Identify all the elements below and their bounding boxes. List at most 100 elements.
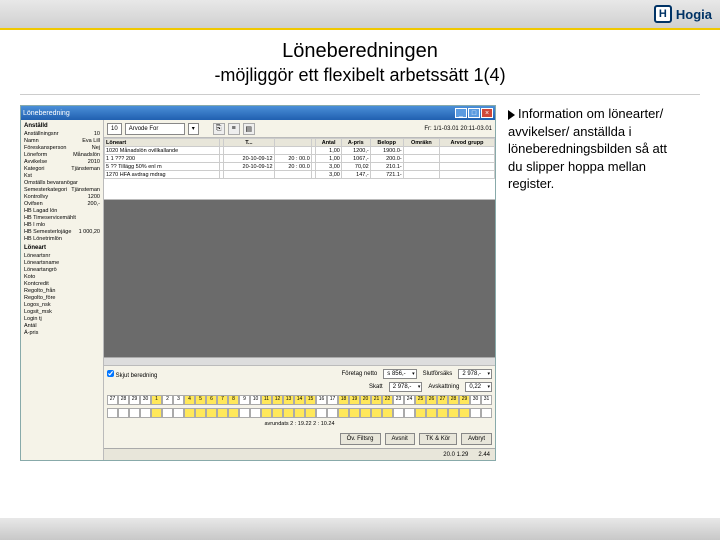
calendar-day[interactable]: [481, 408, 492, 418]
calendar-day[interactable]: 25: [415, 395, 426, 405]
calendar-day[interactable]: 11: [261, 395, 272, 405]
calendar-day[interactable]: [107, 408, 118, 418]
calendar-day[interactable]: 28: [118, 395, 129, 405]
calendar-day[interactable]: 3: [173, 395, 184, 405]
total-value[interactable]: 2 978,-: [458, 369, 492, 379]
calendar-day[interactable]: 29: [459, 395, 470, 405]
calendar-day[interactable]: 22: [382, 395, 393, 405]
toolbar-icon-1[interactable]: ⎘: [213, 123, 225, 135]
calendar-day[interactable]: 18: [338, 395, 349, 405]
calendar-day[interactable]: 26: [426, 395, 437, 405]
rounding-value[interactable]: 0,22: [465, 382, 492, 392]
calendar-day[interactable]: [151, 408, 162, 418]
horizontal-scrollbar[interactable]: [104, 357, 495, 365]
calendar-day[interactable]: 30: [470, 395, 481, 405]
calendar-day[interactable]: 17: [327, 395, 338, 405]
calendar-day[interactable]: [129, 408, 140, 418]
calendar-day[interactable]: [294, 408, 305, 418]
table-row[interactable]: 1 1 ??? 20020-10-09-1220 : 00.01,001067,…: [105, 155, 495, 163]
calendar-day[interactable]: [404, 408, 415, 418]
toolbar-icon-3[interactable]: ▤: [243, 123, 255, 135]
calendar-day[interactable]: [283, 408, 294, 418]
calendar-day[interactable]: 15: [305, 395, 316, 405]
calendar-day[interactable]: [217, 408, 228, 418]
calendar-day[interactable]: 27: [437, 395, 448, 405]
maximize-button[interactable]: □: [468, 108, 480, 118]
cancel-button[interactable]: Avbryt: [461, 433, 492, 445]
filter-button[interactable]: Öv. Filtsrg: [340, 433, 381, 445]
calendar-day[interactable]: 1: [151, 395, 162, 405]
calendar-day[interactable]: [195, 408, 206, 418]
calendar-day[interactable]: [371, 408, 382, 418]
calendar-strip[interactable]: 2728293012345678910111213141516171819202…: [107, 395, 492, 405]
calendar-day[interactable]: [184, 408, 195, 418]
calendar-day[interactable]: [239, 408, 250, 418]
calendar-day[interactable]: 2: [162, 395, 173, 405]
sidebar-row: Login tj: [23, 315, 101, 322]
calendar-day[interactable]: [162, 408, 173, 418]
calendar-day[interactable]: 24: [404, 395, 415, 405]
calendar-day[interactable]: [393, 408, 404, 418]
employee-number-select[interactable]: 10: [107, 123, 122, 135]
calendar-day[interactable]: 28: [448, 395, 459, 405]
slide-footer: [0, 518, 720, 540]
net-value[interactable]: s 856,-: [383, 369, 416, 379]
calendar-day[interactable]: [250, 408, 261, 418]
slide-caption: Information om lönearter/ avvikelser/ an…: [508, 105, 683, 461]
table-row[interactable]: 1020 Månadslön ovillkallande1,001200,-19…: [105, 147, 495, 155]
calendar-day[interactable]: [327, 408, 338, 418]
calendar-day[interactable]: 31: [481, 395, 492, 405]
pay-items-grid[interactable]: LöneartT...AntalA-prisBeloppOmräknArvod …: [104, 138, 495, 200]
calendar-day[interactable]: [415, 408, 426, 418]
calendar-day[interactable]: 14: [294, 395, 305, 405]
complete-checkbox[interactable]: Skjut beredning: [107, 370, 157, 379]
calendar-day[interactable]: [173, 408, 184, 418]
calendar-day[interactable]: 30: [140, 395, 151, 405]
calendar-day[interactable]: [448, 408, 459, 418]
calendar-day[interactable]: [316, 408, 327, 418]
tax-value[interactable]: 2 978,-: [389, 382, 423, 392]
calendar-day[interactable]: [206, 408, 217, 418]
calendar-day[interactable]: 23: [393, 395, 404, 405]
calendar-strip-row2[interactable]: [107, 408, 492, 418]
calendar-day[interactable]: 21: [371, 395, 382, 405]
calendar-day[interactable]: 19: [349, 395, 360, 405]
calendar-day[interactable]: 4: [184, 395, 195, 405]
calendar-day[interactable]: [118, 408, 129, 418]
section-button[interactable]: Avsnit: [385, 433, 415, 445]
dropdown-arrow[interactable]: ▾: [188, 123, 199, 135]
calendar-day[interactable]: 29: [129, 395, 140, 405]
table-row[interactable]: 5 ?? Tillägg 50% enl m20-10-09-1220 : 00…: [105, 163, 495, 171]
minimize-button[interactable]: _: [455, 108, 467, 118]
calendar-day[interactable]: [470, 408, 481, 418]
calendar-day[interactable]: [459, 408, 470, 418]
calendar-day[interactable]: [261, 408, 272, 418]
calendar-day[interactable]: [228, 408, 239, 418]
run-button[interactable]: TK & Kör: [419, 433, 457, 445]
calendar-day[interactable]: 5: [195, 395, 206, 405]
calendar-day[interactable]: [437, 408, 448, 418]
calendar-day[interactable]: 6: [206, 395, 217, 405]
calendar-day[interactable]: 7: [217, 395, 228, 405]
calendar-day[interactable]: 10: [250, 395, 261, 405]
calendar-day[interactable]: 20: [360, 395, 371, 405]
calendar-day[interactable]: [426, 408, 437, 418]
calendar-day[interactable]: [305, 408, 316, 418]
close-button[interactable]: ×: [481, 108, 493, 118]
employee-name-select[interactable]: Arvode For: [125, 123, 185, 135]
calendar-day[interactable]: [338, 408, 349, 418]
calendar-day[interactable]: 8: [228, 395, 239, 405]
sidebar-row: Löneartangrö: [23, 266, 101, 273]
calendar-day[interactable]: 9: [239, 395, 250, 405]
calendar-day[interactable]: 16: [316, 395, 327, 405]
calendar-day[interactable]: [272, 408, 283, 418]
calendar-day[interactable]: 13: [283, 395, 294, 405]
calendar-day[interactable]: 27: [107, 395, 118, 405]
calendar-day[interactable]: [382, 408, 393, 418]
calendar-day[interactable]: [349, 408, 360, 418]
calendar-day[interactable]: 12: [272, 395, 283, 405]
calendar-day[interactable]: [140, 408, 151, 418]
calendar-day[interactable]: [360, 408, 371, 418]
table-row[interactable]: 1270 HFA avdrag mdrag3,00147,-721.1-: [105, 171, 495, 179]
toolbar-icon-2[interactable]: ≡: [228, 123, 240, 135]
